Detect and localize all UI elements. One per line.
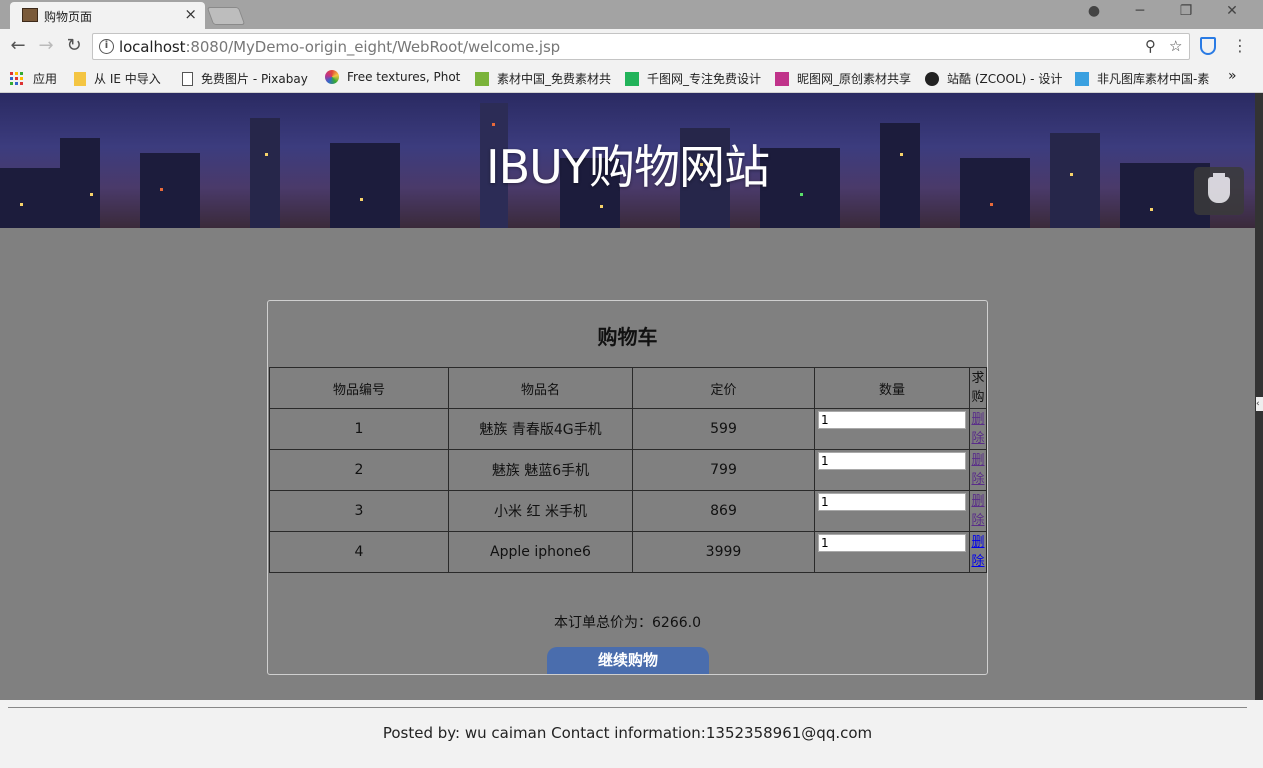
usb-widget-button[interactable] <box>1194 167 1244 215</box>
table-row: 1 魅族 青春版4G手机 599 删除 <box>269 408 987 450</box>
bookmarks-overflow-icon[interactable]: » <box>1228 68 1237 84</box>
action-cell: 删除 <box>969 408 987 450</box>
menu-icon[interactable]: ⋮ <box>1232 36 1248 55</box>
total-value: 6266.0 <box>652 615 701 631</box>
minimize-icon[interactable]: ─ <box>1128 3 1152 19</box>
delete-link[interactable]: 删除 <box>970 492 986 530</box>
shield-extension-icon[interactable] <box>1200 37 1216 55</box>
footer: Posted by: wu caiman Contact information… <box>0 700 1263 768</box>
bookmark-ie-import[interactable]: 从 IE 中导入 <box>74 70 161 87</box>
close-window-icon[interactable]: ✕ <box>1220 3 1244 19</box>
column-header-price: 定价 <box>632 367 815 409</box>
table-row: 4 Apple iphone6 3999 删除 <box>269 531 987 573</box>
action-cell: 删除 <box>969 531 987 573</box>
browser-tabstrip: 购物页面 × ● ─ ❐ ✕ <box>0 0 1263 29</box>
cart-table: 物品编号 物品名 定价 数量 求购 1 魅族 青春版4G手机 599 删除 2 … <box>269 367 987 573</box>
zcool-logo-icon <box>925 71 939 86</box>
page-icon <box>182 71 193 86</box>
qty-cell <box>814 449 970 491</box>
item-id: 3 <box>269 490 449 532</box>
footer-text: Posted by: wu caiman Contact information… <box>382 724 873 742</box>
browser-toolbar: ← → ↻ i localhost:8080/MyDemo-origin_eig… <box>0 29 1263 64</box>
column-header-want: 求购 <box>969 367 987 409</box>
browser-tab[interactable]: 购物页面 × <box>10 2 205 29</box>
table-header-row: 物品编号 物品名 定价 数量 求购 <box>269 367 987 409</box>
total-label: 本订单总价为： <box>554 615 652 631</box>
page-favicon-icon <box>22 8 38 22</box>
quantity-input[interactable] <box>818 452 966 470</box>
site-title: IBUY购物网站 <box>486 140 770 194</box>
reload-icon[interactable]: ↻ <box>63 36 85 56</box>
table-row: 3 小米 红 米手机 869 删除 <box>269 490 987 532</box>
bookmark-zcool[interactable]: 站酷 (ZCOOL) - 设计 <box>925 70 1062 87</box>
url-text[interactable]: localhost:8080/MyDemo-origin_eight/WebRo… <box>119 38 560 56</box>
folder-icon <box>74 71 86 86</box>
textures-logo-icon <box>325 70 339 84</box>
shopping-cart-panel: 购物车 物品编号 物品名 定价 数量 求购 1 魅族 青春版4G手机 599 删… <box>267 300 988 675</box>
quantity-input[interactable] <box>818 411 966 429</box>
item-price: 599 <box>632 408 815 450</box>
item-name: 魅族 青春版4G手机 <box>448 408 633 450</box>
bookmarks-bar: 应用 从 IE 中导入 免费图片 - Pixabay Free textures… <box>0 64 1263 93</box>
item-price: 869 <box>632 490 815 532</box>
usb-icon <box>1208 173 1230 203</box>
bookmark-sucai-china[interactable]: 素材中国_免费素材共 <box>475 70 611 87</box>
item-name: Apple iphone6 <box>448 531 633 573</box>
qty-cell <box>814 490 970 532</box>
bookmark-free-textures[interactable]: Free textures, Phot <box>325 70 460 84</box>
nipic-logo-icon <box>775 71 789 86</box>
order-total: 本订单总价为：6266.0 <box>268 612 987 632</box>
qiantu-logo-icon <box>625 71 639 86</box>
item-name: 魅族 魅蓝6手机 <box>448 449 633 491</box>
back-icon[interactable]: ← <box>7 36 29 56</box>
address-bar[interactable]: i localhost:8080/MyDemo-origin_eight/Web… <box>92 33 1190 60</box>
restore-icon[interactable]: ❐ <box>1174 3 1198 19</box>
info-icon[interactable]: i <box>99 39 114 54</box>
footer-divider <box>8 707 1247 708</box>
column-header-name: 物品名 <box>448 367 633 409</box>
column-header-qty: 数量 <box>814 367 970 409</box>
cart-title: 购物车 <box>597 325 658 349</box>
item-name: 小米 红 米手机 <box>448 490 633 532</box>
item-id: 2 <box>269 449 449 491</box>
banner: IBUY购物网站 <box>0 93 1255 228</box>
tab-title: 购物页面 <box>44 10 93 24</box>
item-price: 3999 <box>632 531 815 573</box>
item-price: 799 <box>632 449 815 491</box>
bookmark-star-icon[interactable]: ☆ <box>1169 37 1182 55</box>
apps-grid-icon <box>10 72 23 85</box>
collapse-arrow-icon[interactable]: ‹ <box>1256 397 1263 411</box>
profile-icon[interactable]: ● <box>1082 3 1106 19</box>
quantity-input[interactable] <box>818 493 966 511</box>
bookmark-qiantu[interactable]: 千图网_专注免费设计 <box>625 70 761 87</box>
quantity-input[interactable] <box>818 534 966 552</box>
bookmark-pixabay[interactable]: 免费图片 - Pixabay <box>182 70 308 87</box>
qty-cell <box>814 408 970 450</box>
continue-shopping-button[interactable]: 继续购物 <box>547 647 709 674</box>
forward-icon[interactable]: → <box>35 36 57 56</box>
delete-link[interactable]: 删除 <box>970 533 986 571</box>
delete-link[interactable]: 删除 <box>970 451 986 489</box>
close-tab-icon[interactable]: × <box>184 5 197 23</box>
action-cell: 删除 <box>969 449 987 491</box>
new-tab-button[interactable] <box>206 7 246 25</box>
table-row: 2 魅族 魅蓝6手机 799 删除 <box>269 449 987 491</box>
qty-cell <box>814 531 970 573</box>
delete-link[interactable]: 删除 <box>970 410 986 448</box>
item-id: 1 <box>269 408 449 450</box>
ffpic-logo-icon <box>1075 71 1089 86</box>
zoom-icon[interactable]: ⚲ <box>1145 37 1156 55</box>
column-header-id: 物品编号 <box>269 367 449 409</box>
sucai-logo-icon <box>475 71 489 86</box>
bookmark-ffpic[interactable]: 非凡图库素材中国-素 <box>1075 70 1209 87</box>
bookmark-nipic[interactable]: 昵图网_原创素材共享 <box>775 70 911 87</box>
bookmark-apps[interactable]: 应用 <box>10 70 57 87</box>
item-id: 4 <box>269 531 449 573</box>
action-cell: 删除 <box>969 490 987 532</box>
